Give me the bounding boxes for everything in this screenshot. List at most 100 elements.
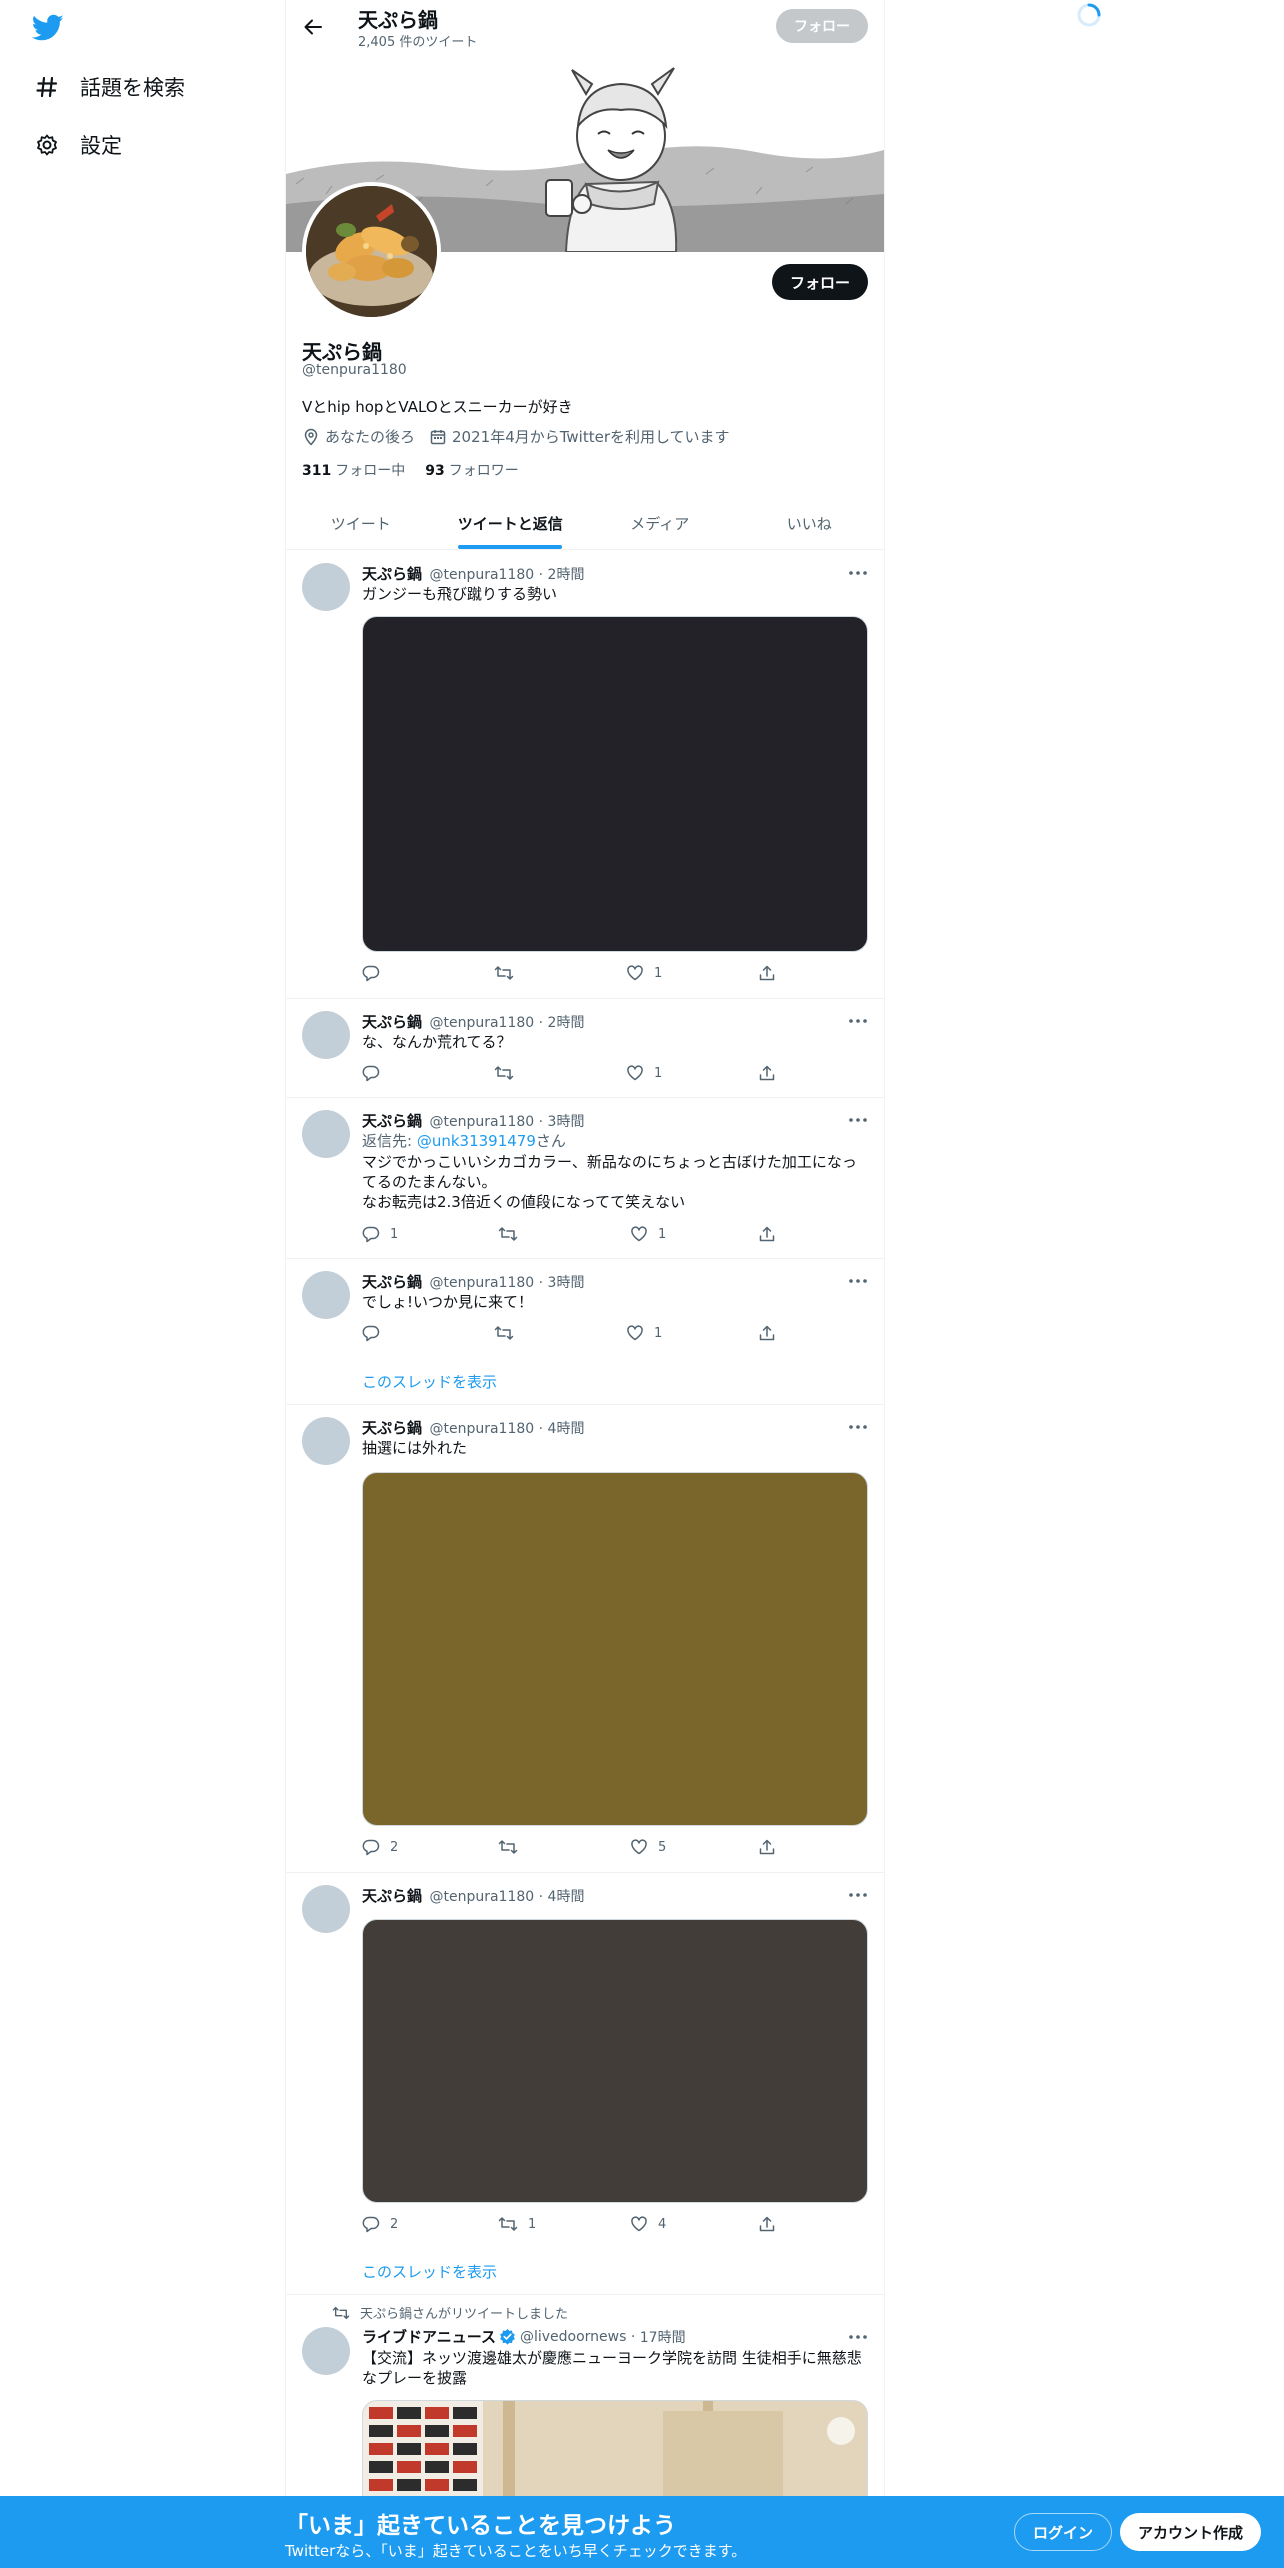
share-button[interactable]: [758, 1324, 786, 1342]
tab-likes[interactable]: いいね: [735, 498, 885, 549]
tweet-avatar[interactable]: [302, 1885, 350, 1933]
tweet-time[interactable]: 2時間: [548, 567, 585, 583]
reply-button[interactable]: [362, 1324, 390, 1342]
share-button[interactable]: [758, 1225, 786, 1243]
like-button[interactable]: 1: [626, 1324, 662, 1342]
tweet-actions: 1: [362, 1064, 782, 1084]
more-options-icon[interactable]: [848, 1110, 868, 1130]
more-options-icon[interactable]: [848, 2327, 868, 2347]
signup-button[interactable]: アカウント作成: [1120, 2513, 1262, 2551]
tweet-author-handle[interactable]: @tenpura1180: [429, 567, 534, 583]
tweet-media[interactable]: [362, 1919, 868, 2203]
tweet-author-name[interactable]: 天ぷら鍋: [362, 565, 422, 583]
reply-count: 2: [390, 2216, 399, 2232]
tweet-avatar[interactable]: [302, 563, 350, 611]
tweet-avatar[interactable]: [302, 1110, 350, 1158]
like-button[interactable]: 4: [630, 2215, 666, 2233]
following-link[interactable]: 311 フォロー中: [302, 460, 405, 480]
like-count: 1: [654, 1065, 663, 1081]
tweet-avatar[interactable]: [302, 1271, 350, 1319]
followers-link[interactable]: 93 フォロワー: [425, 460, 518, 480]
tweet-text: 【交流】ネッツ渡邊雄太が慶應ニューヨーク学院を訪問 生徒相手に無慈悲 なプレーを…: [362, 2348, 870, 2388]
share-button[interactable]: [758, 1064, 786, 1082]
more-options-icon[interactable]: [848, 1011, 868, 1031]
tweet[interactable]: 天ぷら鍋 @tenpura1180 · 3時間 返信先: @unk3139147…: [286, 1098, 884, 1259]
tab-tweets[interactable]: ツイート: [286, 498, 436, 549]
heart-icon: [627, 965, 643, 981]
show-thread-link[interactable]: このスレッドを表示: [362, 2261, 497, 2282]
reply-button[interactable]: 2: [362, 2215, 398, 2233]
tweet-author-handle[interactable]: @livedoornews: [520, 2329, 626, 2345]
back-button[interactable]: [296, 10, 330, 44]
like-button[interactable]: 1: [630, 1225, 666, 1243]
tweet-time[interactable]: 3時間: [548, 1275, 585, 1291]
tweet[interactable]: 天ぷら鍋 @tenpura1180 · 3時間 でしょ!いつか見に来て！ 1 こ…: [286, 1259, 884, 1405]
tweet-author-handle[interactable]: @tenpura1180: [429, 1275, 534, 1291]
share-button[interactable]: [758, 964, 786, 982]
tweet-avatar[interactable]: [302, 2327, 350, 2375]
share-button[interactable]: [758, 1838, 786, 1856]
calendar-icon: [430, 429, 446, 444]
tweet-author-name[interactable]: ライブドアニュース: [362, 2326, 496, 2347]
retweet-button[interactable]: [494, 1324, 524, 1342]
tweet[interactable]: 天ぷら鍋 @tenpura1180 · 4時間 抽選には外れた 2 5: [286, 1405, 884, 1873]
header-follow-button[interactable]: フォロー: [776, 9, 868, 43]
more-options-icon[interactable]: [848, 1417, 868, 1437]
more-options-icon[interactable]: [848, 1885, 868, 1905]
more-options-icon[interactable]: [848, 1271, 868, 1291]
retweet-button[interactable]: [494, 1064, 524, 1082]
retweet-button[interactable]: [498, 1225, 528, 1243]
like-button[interactable]: 1: [626, 1064, 662, 1082]
tweet[interactable]: 天ぷら鍋 @tenpura1180 · 4時間 2 1 4 このスレッドを表示: [286, 1873, 884, 2295]
tweet-time[interactable]: 4時間: [548, 1421, 585, 1437]
reply-button[interactable]: 1: [362, 1225, 398, 1243]
profile-meta: あなたの後ろ 2021年4月からTwitterを利用しています: [302, 426, 744, 447]
reply-mention-link[interactable]: @unk31391479: [417, 1132, 536, 1150]
tweet-author-name[interactable]: 天ぷら鍋: [362, 1013, 422, 1031]
retweet-button[interactable]: 1: [498, 2215, 536, 2233]
tweet-avatar[interactable]: [302, 1011, 350, 1059]
share-button[interactable]: [758, 2215, 786, 2233]
tweet-author-handle[interactable]: @tenpura1180: [429, 1114, 534, 1130]
nav-settings[interactable]: 設定: [34, 125, 122, 165]
reply-button[interactable]: [362, 964, 390, 982]
tweet-author-handle[interactable]: @tenpura1180: [429, 1015, 534, 1031]
tweet-author-name[interactable]: 天ぷら鍋: [362, 1273, 422, 1291]
login-button[interactable]: ログイン: [1014, 2513, 1113, 2551]
like-button[interactable]: 1: [626, 964, 662, 982]
tweet[interactable]: 天ぷら鍋 @tenpura1180 · 2時間 ガンジーも飛び蹴りする勢い 1: [286, 551, 884, 999]
followers-label: フォロワー: [448, 463, 519, 479]
tab-tweets-and-replies[interactable]: ツイートと返信: [436, 498, 586, 549]
tab-media[interactable]: メディア: [585, 498, 735, 549]
twitter-bird-icon[interactable]: [31, 14, 64, 42]
like-button[interactable]: 5: [630, 1838, 666, 1856]
profile-avatar[interactable]: [302, 182, 441, 321]
tweet-author-name[interactable]: 天ぷら鍋: [362, 1887, 422, 1905]
tweet-media[interactable]: [362, 616, 868, 952]
reply-button[interactable]: [362, 1064, 390, 1082]
tweet-author-name[interactable]: 天ぷら鍋: [362, 1419, 422, 1437]
tweet-text-line: なプレーを披露: [362, 2369, 468, 2387]
tweet-time[interactable]: 17時間: [640, 2327, 686, 2347]
more-options-icon[interactable]: [848, 563, 868, 583]
tweet-author-handle[interactable]: @tenpura1180: [429, 1421, 534, 1437]
tweet[interactable]: 天ぷら鍋さんがリツイートしました ライブドアニュース @livedoornews…: [286, 2295, 884, 2520]
tweet-avatar[interactable]: [302, 1417, 350, 1465]
tweet[interactable]: 天ぷら鍋 @tenpura1180 · 2時間 な、なんか荒れてる？ 1: [286, 999, 884, 1098]
heart-icon: [627, 1325, 643, 1341]
tweet-author-handle[interactable]: @tenpura1180: [429, 1889, 534, 1905]
tweet-time[interactable]: 2時間: [548, 1015, 585, 1031]
tweet-author-name[interactable]: 天ぷら鍋: [362, 1112, 422, 1130]
tweet-time[interactable]: 4時間: [548, 1889, 585, 1905]
retweet-button[interactable]: [494, 964, 524, 982]
retweet-note-text[interactable]: 天ぷら鍋さんがリツイートしました: [360, 2303, 568, 2322]
show-thread-link[interactable]: このスレッドを表示: [362, 1371, 497, 1392]
tweet-time[interactable]: 3時間: [548, 1114, 585, 1130]
tweet-media[interactable]: [362, 1472, 868, 1826]
reply-icon: [362, 2216, 380, 2233]
nav-explore[interactable]: 話題を検索: [34, 67, 185, 107]
like-count: 4: [658, 2216, 667, 2232]
follow-button[interactable]: フォロー: [771, 264, 868, 300]
retweet-button[interactable]: [498, 1838, 528, 1856]
reply-button[interactable]: 2: [362, 1838, 398, 1856]
